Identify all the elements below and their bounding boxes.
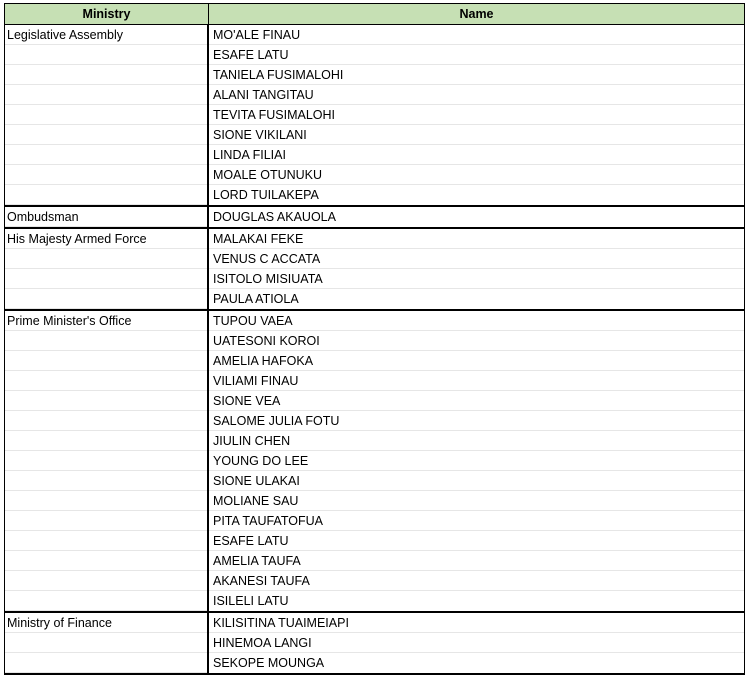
gridline [5, 471, 207, 491]
name-cell[interactable]: TANIELA FUSIMALOHI [209, 65, 744, 85]
name-cell[interactable]: YOUNG DO LEE [209, 451, 744, 471]
gridline [5, 289, 207, 309]
gridline [5, 653, 207, 673]
ministry-group: Prime Minister's Office TUPOU VAEA UATESON… [5, 311, 744, 613]
ministry-group: His Majesty Armed Force MALAKAI FEKE VENUS… [5, 229, 744, 311]
name-cell[interactable]: SEKOPE MOUNGA [209, 653, 744, 673]
name-cell[interactable]: KILISITINA TUAIMEIAPI [209, 613, 744, 633]
gridline [5, 571, 207, 591]
name-cell[interactable]: ALANI TANGITAU [209, 85, 744, 105]
ministry-label: Ministry of Finance [7, 616, 112, 630]
gridline [5, 125, 207, 145]
ministry-cell[interactable]: Prime Minister's Office [5, 311, 209, 611]
name-cell[interactable]: PITA TAUFATOFUA [209, 511, 744, 531]
name-cell[interactable]: MOALE OTUNUKU [209, 165, 744, 185]
gridline [5, 511, 207, 531]
gridline [5, 145, 207, 165]
header-row: Ministry Name [5, 4, 744, 25]
gridline [5, 105, 207, 125]
name-cell[interactable]: ISILELI LATU [209, 591, 744, 611]
gridline [5, 391, 207, 411]
name-cell[interactable]: SIONE ULAKAI [209, 471, 744, 491]
name-cell[interactable]: AMELIA TAUFA [209, 551, 744, 571]
ministry-label: Legislative Assembly [7, 28, 124, 42]
gridline [5, 411, 207, 431]
name-cell[interactable]: PAULA ATIOLA [209, 289, 744, 309]
name-cell[interactable]: ISITOLO MISIUATA [209, 269, 744, 289]
gridline [5, 551, 207, 571]
ministry-column-header[interactable]: Ministry [5, 4, 209, 24]
name-cell[interactable]: ESAFE LATU [209, 531, 744, 551]
gridline [5, 185, 207, 205]
ministry-cell[interactable]: Ministry of Finance [5, 613, 209, 673]
name-column: TUPOU VAEA UATESONI KOROI AMELIA HAFOKA VIL… [209, 311, 744, 611]
ministry-label: His Majesty Armed Force [7, 232, 147, 246]
name-cell[interactable]: TEVITA FUSIMALOHI [209, 105, 744, 125]
ministry-group: Legislative Assembly MO'ALE FINAU ESAFE LA… [5, 25, 744, 207]
table-body: Legislative Assembly MO'ALE FINAU ESAFE LA… [5, 25, 744, 675]
gridline [5, 165, 207, 185]
ministry-label: Prime Minister's Office [7, 314, 132, 328]
name-cell[interactable]: MALAKAI FEKE [209, 229, 744, 249]
name-cell[interactable]: TUPOU VAEA [209, 311, 744, 331]
ministry-name-table: Ministry Name Legislative Assembly MO'ALE… [4, 3, 745, 675]
ministry-cell[interactable]: Legislative Assembly [5, 25, 209, 205]
gridline [5, 491, 207, 511]
gridline [5, 45, 207, 65]
name-cell[interactable]: VENUS C ACCATA [209, 249, 744, 269]
ministry-group: Ombudsman DOUGLAS AKAUOLA [5, 207, 744, 229]
name-cell[interactable]: UATESONI KOROI [209, 331, 744, 351]
name-column: KILISITINA TUAIMEIAPI HINEMOA LANGI SEKOPE… [209, 613, 744, 673]
ministry-cell[interactable]: Ombudsman [5, 207, 209, 227]
name-cell[interactable]: VILIAMI FINAU [209, 371, 744, 391]
name-cell[interactable]: MOLIANE SAU [209, 491, 744, 511]
ministry-group: Ministry of Finance KILISITINA TUAIMEIAPI… [5, 613, 744, 675]
name-cell[interactable]: JIULIN CHEN [209, 431, 744, 451]
ministry-cell[interactable]: His Majesty Armed Force [5, 229, 209, 309]
name-column-header[interactable]: Name [209, 4, 744, 24]
gridline [5, 85, 207, 105]
name-cell[interactable]: AMELIA HAFOKA [209, 351, 744, 371]
gridline [5, 331, 207, 351]
name-column: DOUGLAS AKAUOLA [209, 207, 744, 227]
name-cell[interactable]: LINDA FILIAI [209, 145, 744, 165]
gridline [5, 591, 207, 611]
name-cell[interactable]: SALOME JULIA FOTU [209, 411, 744, 431]
gridline [5, 351, 207, 371]
ministry-label: Ombudsman [7, 210, 79, 224]
name-column: MALAKAI FEKE VENUS C ACCATA ISITOLO MISIUA… [209, 229, 744, 309]
gridline [5, 451, 207, 471]
name-cell[interactable]: LORD TUILAKEPA [209, 185, 744, 205]
gridline [5, 633, 207, 653]
name-cell[interactable]: HINEMOA LANGI [209, 633, 744, 653]
gridline [5, 371, 207, 391]
name-cell[interactable]: SIONE VEA [209, 391, 744, 411]
gridline [5, 65, 207, 85]
name-cell[interactable]: MO'ALE FINAU [209, 25, 744, 45]
name-cell[interactable]: ESAFE LATU [209, 45, 744, 65]
gridline [5, 531, 207, 551]
name-cell[interactable]: SIONE VIKILANI [209, 125, 744, 145]
name-cell[interactable]: DOUGLAS AKAUOLA [209, 207, 744, 227]
gridline [5, 249, 207, 269]
name-cell[interactable]: AKANESI TAUFA [209, 571, 744, 591]
name-column: MO'ALE FINAU ESAFE LATU TANIELA FUSIMALOHI… [209, 25, 744, 205]
gridline [5, 269, 207, 289]
gridline [5, 431, 207, 451]
